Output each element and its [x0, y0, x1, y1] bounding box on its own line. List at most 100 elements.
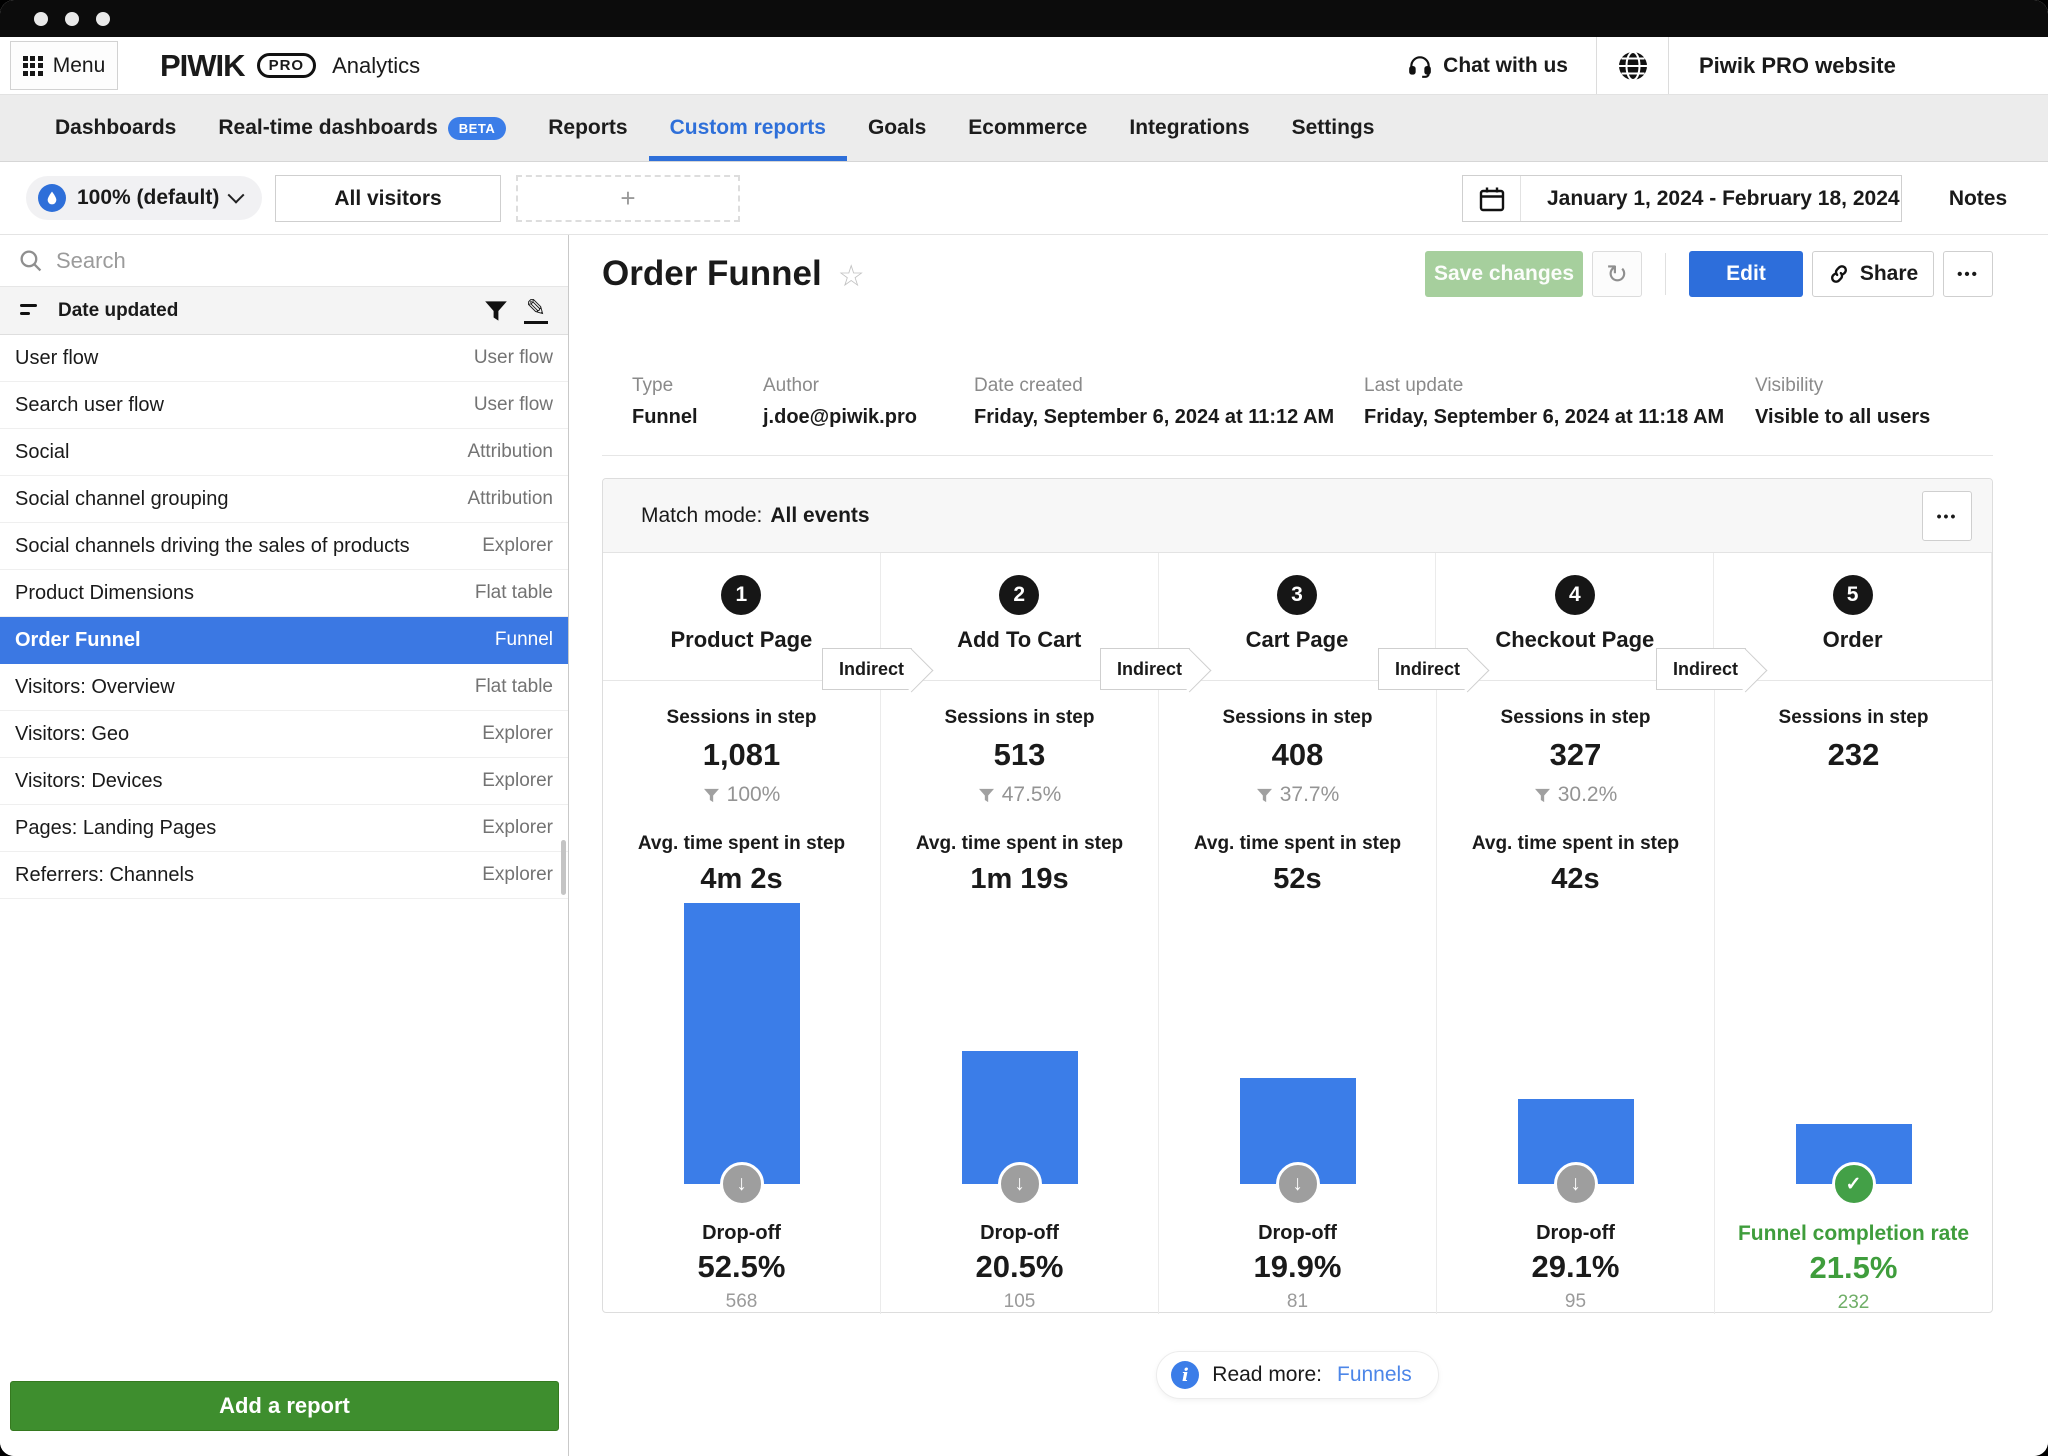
step-header-1: 1Product Page [603, 553, 880, 653]
more-actions-button[interactable]: ••• [1943, 251, 1993, 297]
filter-icon[interactable] [484, 300, 508, 322]
tab-reports[interactable]: Reports [527, 95, 648, 161]
notes-button[interactable]: Notes [1913, 175, 2043, 222]
report-list-item[interactable]: Referrers: Channels Explorer [0, 852, 568, 899]
funnels-link[interactable]: Funnels [1337, 1363, 1412, 1387]
report-list-item[interactable]: Social Attribution [0, 429, 568, 476]
chat-with-us-button[interactable]: Chat with us [1379, 37, 1596, 94]
avg-time-value: 52s [1159, 863, 1436, 896]
connector-indirect: Indirect [1100, 648, 1190, 690]
report-name: Referrers: Channels [15, 864, 194, 887]
window-control-close[interactable] [34, 12, 48, 26]
edit-button[interactable]: Edit [1689, 251, 1803, 297]
report-name: Order Funnel [15, 629, 141, 652]
sort-label[interactable]: Date updated [58, 300, 178, 322]
tab-dashboards[interactable]: Dashboards [34, 95, 197, 161]
report-list-item[interactable]: Social channels driving the sales of pro… [0, 523, 568, 570]
report-name: Social [15, 441, 69, 464]
funnel-panel: Match mode:All events ••• 1Product Page … [602, 478, 1993, 1313]
add-report-button[interactable]: Add a report [10, 1381, 559, 1431]
save-changes-button[interactable]: Save changes [1425, 251, 1583, 297]
sessions-value: 232 [1715, 737, 1992, 773]
report-list-item[interactable]: Product Dimensions Flat table [0, 570, 568, 617]
report-list-item[interactable]: User flow User flow [0, 335, 568, 382]
share-button[interactable]: Share [1812, 251, 1934, 297]
sort-icon[interactable] [20, 302, 42, 320]
brand-name: PIWIK [160, 48, 245, 84]
report-type: Attribution [467, 441, 553, 463]
menu-label: Menu [53, 54, 106, 78]
funnel-column-5: Sessions in step 232 ✓ [1715, 681, 1992, 1184]
step-number: 4 [1555, 575, 1595, 615]
menu-button[interactable]: Menu [10, 41, 118, 90]
traffic-sample-dropdown[interactable]: 100% (default) [26, 176, 262, 220]
tab-settings[interactable]: Settings [1271, 95, 1396, 161]
connector-indirect: Indirect [822, 648, 912, 690]
funnel-column-2: Sessions in step 513 47.5% Avg. time spe… [881, 681, 1159, 1184]
favorite-star-icon[interactable]: ☆ [838, 259, 865, 294]
step-number: 2 [999, 575, 1039, 615]
avg-time-value: 4m 2s [603, 863, 880, 896]
report-type: Funnel [495, 629, 553, 651]
window-titlebar [0, 0, 2048, 37]
window-control-minimize[interactable] [65, 12, 79, 26]
report-type: User flow [474, 347, 553, 369]
report-type: Flat table [475, 676, 553, 698]
report-list-item[interactable]: Search user flow User flow [0, 382, 568, 429]
report-name: Visitors: Devices [15, 770, 162, 793]
edit-pencil-icon[interactable]: ✎ [524, 298, 548, 324]
funnel-chart: Sessions in step 1,081 100% Avg. time sp… [603, 681, 1992, 1184]
report-list-item[interactable]: Visitors: Devices Explorer [0, 758, 568, 805]
window-control-zoom[interactable] [96, 12, 110, 26]
chevron-down-icon [228, 187, 245, 204]
grid-menu-icon [23, 56, 43, 76]
brand-product: Analytics [332, 53, 420, 79]
website-link-box[interactable]: Piwik PRO website [1596, 37, 2048, 94]
read-more-pill: i Read more: Funnels [1156, 1351, 1438, 1399]
report-name: User flow [15, 347, 98, 370]
connector-indirect: Indirect [1656, 648, 1746, 690]
step-header-5: 5Order [1714, 553, 1991, 653]
step-header-4: 4Checkout Page [1436, 553, 1713, 653]
date-range-picker[interactable]: January 1, 2024 - February 18, 2024 [1462, 175, 1902, 222]
report-content: Order Funnel ☆ Save changes ↻ Edit Share… [569, 235, 2048, 1456]
report-type: Attribution [467, 488, 553, 510]
ellipsis-icon: ••• [1937, 508, 1958, 524]
step-number: 1 [721, 575, 761, 615]
globe-icon [1617, 50, 1649, 82]
step-number: 5 [1833, 575, 1873, 615]
report-search[interactable]: Search [0, 235, 568, 287]
beta-badge: BETA [448, 117, 506, 140]
report-list-item[interactable]: Pages: Landing Pages Explorer [0, 805, 568, 852]
report-list-item[interactable]: Social channel grouping Attribution [0, 476, 568, 523]
sessions-value: 408 [1159, 737, 1436, 773]
tab-realtime-dashboards[interactable]: Real-time dashboardsBETA [197, 95, 527, 161]
report-type: Explorer [482, 723, 553, 745]
report-name: Search user flow [15, 394, 164, 417]
tab-integrations[interactable]: Integrations [1108, 95, 1270, 161]
add-segment-button[interactable]: + [516, 175, 740, 222]
report-list-toolbar: Date updated ✎ [0, 287, 568, 335]
avg-time-value: 1m 19s [881, 863, 1158, 896]
tab-goals[interactable]: Goals [847, 95, 947, 161]
segment-all-visitors[interactable]: All visitors [275, 175, 501, 222]
report-list-item[interactable]: Visitors: Geo Explorer [0, 711, 568, 758]
report-list-item[interactable]: Order Funnel Funnel [0, 617, 568, 664]
report-type: User flow [474, 394, 553, 416]
panel-more-button[interactable]: ••• [1922, 491, 1972, 541]
funnel-icon [1256, 788, 1273, 803]
sidebar-scrollbar[interactable] [561, 840, 566, 895]
connector-indirect: Indirect [1378, 648, 1468, 690]
report-name: Product Dimensions [15, 582, 194, 605]
plus-icon: + [620, 183, 635, 214]
step-number: 3 [1277, 575, 1317, 615]
reset-icon-button[interactable]: ↻ [1592, 251, 1642, 297]
dropoff-arrow-icon: ↓ [1276, 1162, 1320, 1206]
divider [602, 455, 1993, 456]
report-type: Explorer [482, 535, 553, 557]
tab-ecommerce[interactable]: Ecommerce [947, 95, 1108, 161]
tab-custom-reports[interactable]: Custom reports [649, 95, 847, 161]
report-name: Social channel grouping [15, 488, 229, 511]
match-mode-value: All events [770, 504, 869, 528]
report-list-item[interactable]: Visitors: Overview Flat table [0, 664, 568, 711]
